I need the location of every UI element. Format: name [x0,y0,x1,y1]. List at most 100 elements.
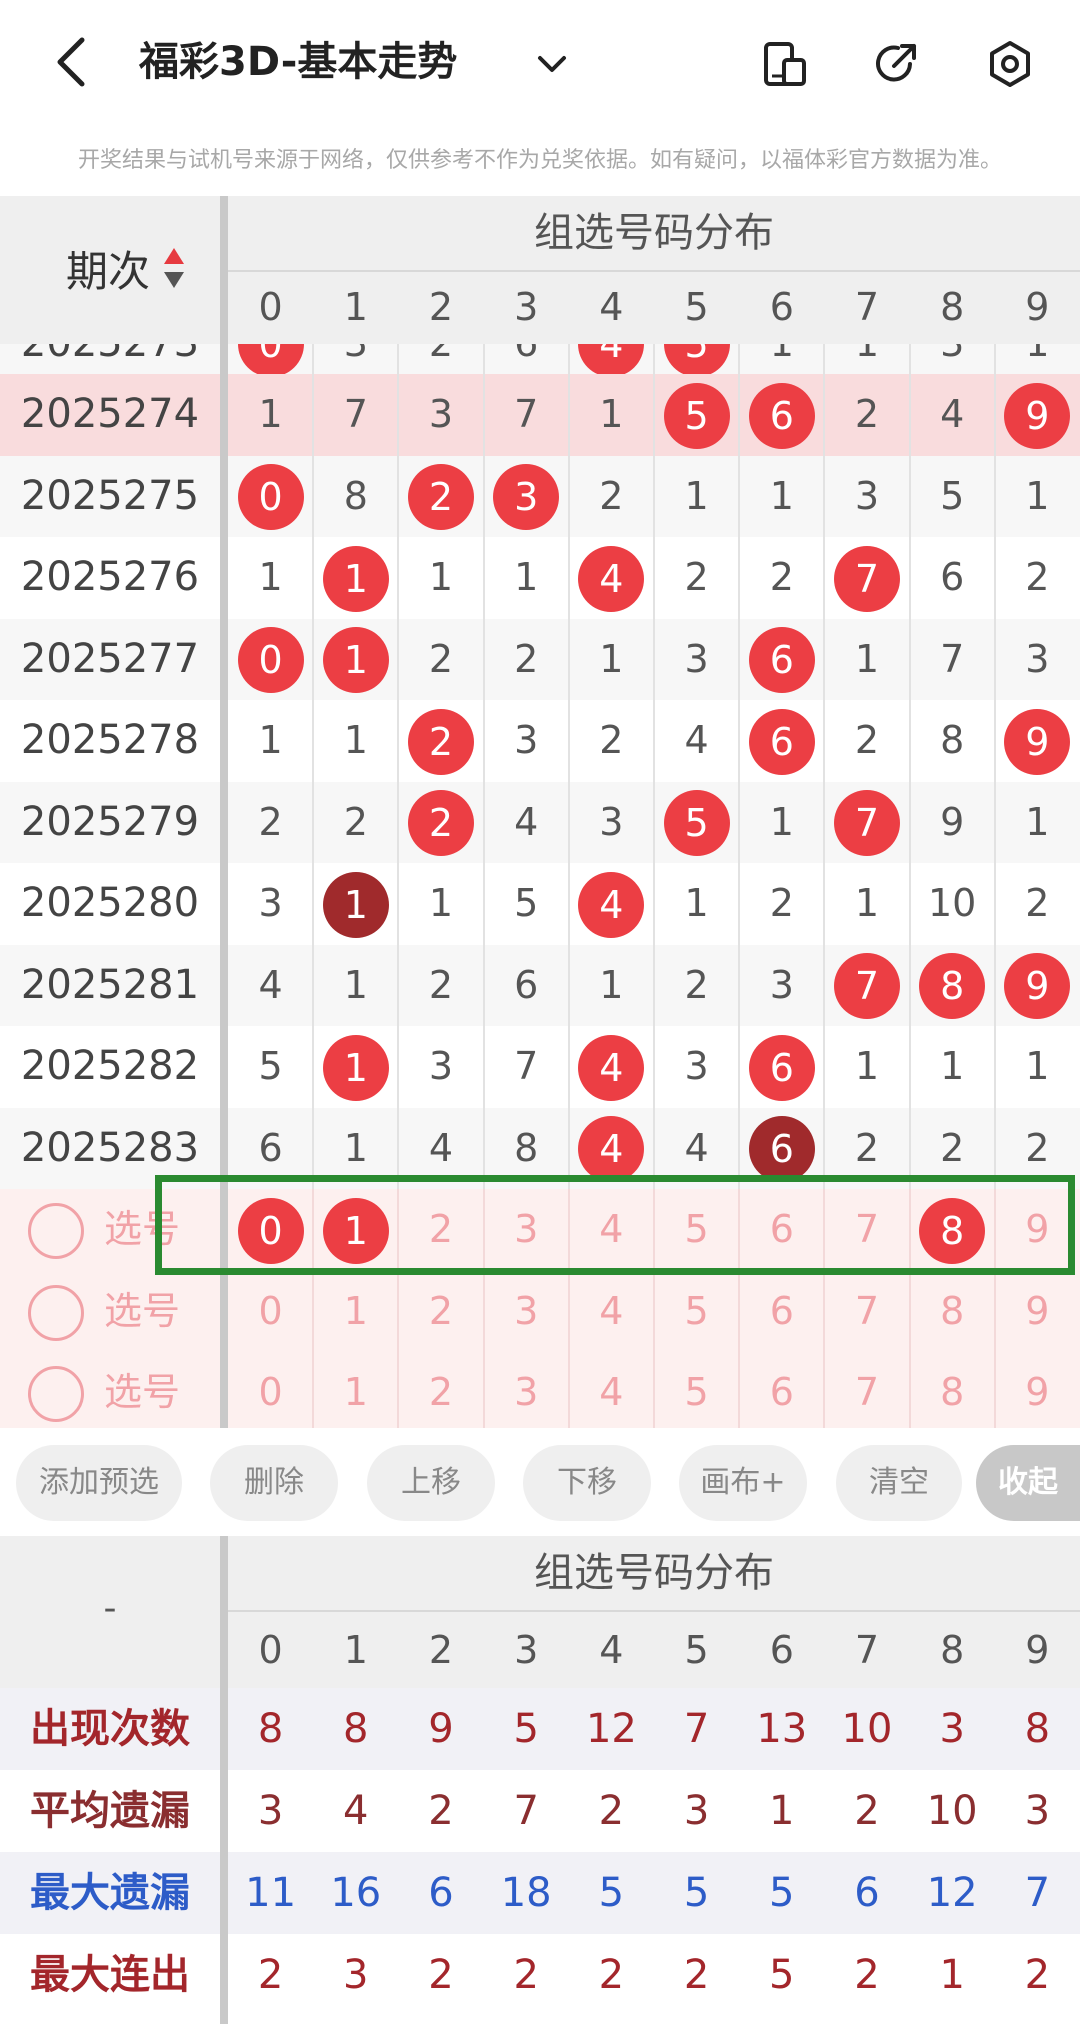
pick-cell[interactable]: 7 [824,1352,909,1428]
pick-number[interactable]: 0 [259,1370,283,1414]
pick-number[interactable]: 7 [855,1370,879,1414]
hit-ball: 4 [578,545,645,612]
pick-cell[interactable]: 2 [398,1271,483,1353]
trend-cell: 1 [995,782,1080,864]
table-row[interactable]: 2025278 1 1 2 3 2 4 6 2 8 9 [0,700,1080,782]
hit-ball: 1 [322,1034,389,1101]
grid-line [397,781,400,863]
pick-number[interactable]: 2 [429,1370,453,1414]
pick-number[interactable]: 9 [1025,1289,1049,1333]
delete-button[interactable]: 删除 [210,1445,338,1521]
pick-cell[interactable]: 3 [484,1271,569,1353]
miss-count: 3 [428,392,454,436]
pick-cell[interactable]: 8 [910,1271,995,1353]
pick-cell[interactable]: 8 [910,1352,995,1428]
add-preselect-button[interactable]: 添加预选 [16,1445,182,1521]
pick-number[interactable]: 5 [685,1370,709,1414]
miss-count: 2 [514,636,539,681]
pick-label: 选号 [104,1288,181,1333]
pick-number[interactable]: 8 [940,1289,964,1333]
trend-cell: 2 [398,456,483,538]
pick-number[interactable]: 6 [770,1289,794,1333]
stats-value: 8 [343,1706,369,1752]
grid-line [653,781,655,863]
table-row[interactable]: 2025281 4 1 2 6 1 2 3 7 8 9 [0,944,1080,1027]
grid-line [738,374,741,456]
table-row[interactable]: 2025279 2 2 2 4 3 5 1 7 9 1 [0,781,1080,864]
trend-cell: 1 [995,1026,1080,1108]
pick-number[interactable]: 4 [599,1370,623,1414]
stats-digit-header-0: 0 [258,1628,283,1672]
table-row[interactable]: 2025276 1 1 1 1 4 2 2 7 6 2 [0,537,1080,619]
pick-cell[interactable]: 0 [228,1271,313,1353]
share-icon[interactable] [870,38,922,90]
pick-number[interactable]: 7 [855,1289,879,1333]
pick-cell[interactable]: 6 [739,1271,824,1353]
pick-number[interactable]: 1 [344,1289,368,1333]
pick-cell[interactable]: 9 [995,1352,1080,1428]
pick-radio[interactable] [28,1284,84,1341]
hit-ball: 2 [407,790,474,856]
table-row[interactable]: 2025282 5 1 3 7 4 3 6 1 1 1 [0,1026,1080,1108]
table-row[interactable]: 2025274 1 7 3 7 1 5 6 2 4 9 [0,374,1080,456]
pick-cell[interactable]: 1 [313,1271,398,1353]
table-row[interactable]: 2025280 3 1 1 5 4 1 2 1 10 2 [0,863,1080,945]
trend-cell: 9 [995,945,1080,1027]
pick-number[interactable]: 3 [514,1370,538,1414]
pick-number[interactable]: 3 [514,1289,538,1333]
sort-icon[interactable] [162,246,186,290]
stats-value: 9 [428,1706,454,1752]
page-title[interactable]: 福彩3D-基本走势 [139,34,457,90]
pick-cell[interactable]: 3 [484,1352,569,1428]
pick-number[interactable]: 9 [1025,1370,1049,1414]
issue-number: 2025275 [20,472,200,519]
move-up-button[interactable]: 上移 [367,1445,495,1521]
pick-row[interactable]: 选号 0 1 2 3 4 5 6 7 8 9 [0,1270,1080,1353]
move-down-button[interactable]: 下移 [523,1445,651,1521]
table-row[interactable]: 2025277 0 1 2 2 1 3 6 1 7 3 [0,618,1080,701]
trend-cell: 2 [484,619,569,701]
back-arrow-icon[interactable] [52,34,92,90]
stats-value: 16 [330,1870,382,1916]
pick-cell[interactable]: 9 [995,1271,1080,1353]
pick-cell[interactable]: 1 [313,1352,398,1428]
trend-cell: 1 [739,782,824,864]
pick-cell[interactable]: 2 [398,1352,483,1428]
grid-line [823,537,826,619]
chevron-down-icon[interactable] [536,48,568,80]
miss-count: 2 [428,962,454,1007]
stats-digit-header-3: 3 [514,1628,539,1672]
pick-number[interactable]: 1 [344,1370,368,1414]
phone-rotate-icon[interactable] [758,38,810,90]
pick-cell[interactable]: 0 [228,1352,313,1428]
pick-number[interactable]: 8 [940,1370,964,1414]
pick-number[interactable]: 5 [685,1289,709,1333]
pick-cell[interactable]: 4 [569,1352,654,1428]
pick-number[interactable]: 4 [599,1289,623,1333]
collapse-button[interactable]: 收起 [976,1445,1080,1521]
grid-line [993,618,996,700]
miss-count: 1 [343,718,368,762]
pick-row[interactable]: 选号 0 1 2 3 4 5 6 7 8 9 [0,1352,1080,1428]
pick-number[interactable]: 2 [429,1289,453,1333]
hit-ball: 6 [748,382,815,449]
stats-value: 12 [585,1706,637,1752]
clear-button[interactable]: 清空 [836,1445,962,1521]
pick-cell[interactable]: 7 [824,1271,909,1353]
stats-value: 3 [683,1788,710,1834]
settings-icon[interactable] [984,38,1036,90]
table-row[interactable]: 2025275 0 8 2 3 2 1 1 3 5 1 [0,455,1080,538]
pick-cell[interactable]: 6 [739,1352,824,1428]
pick-number[interactable]: 0 [259,1289,283,1333]
pick-cell[interactable]: 5 [654,1352,739,1428]
pick-number[interactable]: 6 [770,1370,794,1414]
trend-cell: 4 [910,374,995,456]
trend-cell: 1 [313,863,398,945]
miss-count: 1 [428,555,454,599]
canvas-add-button[interactable]: 画布+ [679,1445,807,1521]
pick-radio[interactable] [28,1203,84,1259]
pick-cell[interactable]: 5 [654,1271,739,1353]
pick-radio[interactable] [28,1366,84,1422]
grid-line [653,1270,655,1352]
pick-cell[interactable]: 4 [569,1271,654,1353]
